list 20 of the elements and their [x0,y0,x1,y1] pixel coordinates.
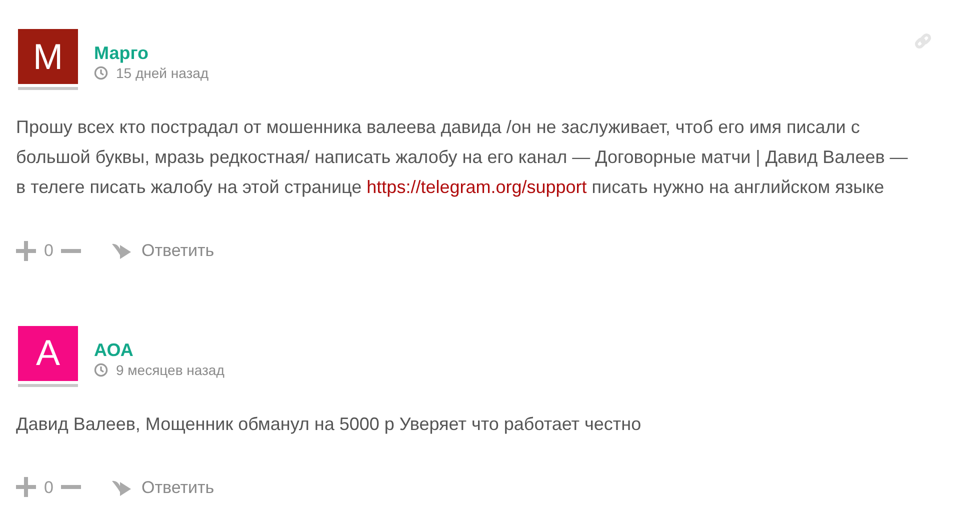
author-name: Марго [94,42,150,64]
plus-icon[interactable] [16,477,36,498]
comment-time: 9 месяцев назад [116,360,224,378]
vote-count: 0 [44,476,54,498]
reply-icon [111,241,132,260]
comment-time: 15 дней назад [116,64,209,82]
link[interactable]: https://telegram.org/support [366,177,587,197]
minus-icon[interactable] [61,248,82,253]
reply-link[interactable]: Ответить [141,474,214,500]
minus-icon[interactable] [61,485,82,490]
plus-icon[interactable] [16,240,36,261]
vote-count: 0 [44,240,54,262]
avatar: М [18,29,78,87]
reply-link[interactable]: Ответить [141,238,214,264]
comment-text: Прошу всех кто пострадал от мошенника валеева давида /он не заслуживает, чтоб его имя писали с большой буквы, мразь редкостная/ написать жалобу на его канал — Договорные матчи | Давид Валеев — в телеге писать жалобу на этой странице https://telegram.org/support писать нужно на английском языке [16,116,909,199]
comment-text: Давид Валеев, Мощенник обманул на 5000 р Уверяет что работает честно [16,412,642,436]
author-name: АОА [94,338,134,360]
link-icon[interactable] [914,33,932,49]
clock-icon [94,66,108,80]
clock-icon [94,362,108,376]
